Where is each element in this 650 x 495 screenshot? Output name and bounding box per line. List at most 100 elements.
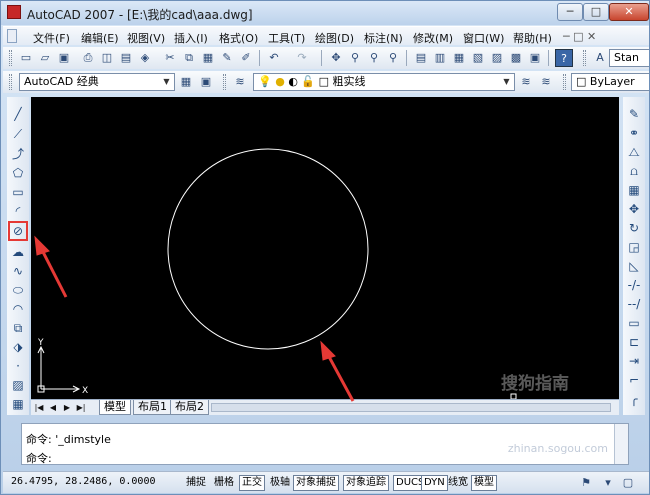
color-control[interactable]: □ ByLayer bbox=[571, 73, 649, 91]
3d-dwf-icon[interactable]: ◈ bbox=[136, 49, 154, 67]
break-icon[interactable]: ⊏ bbox=[625, 333, 643, 351]
revision-cloud-icon[interactable]: ☁ bbox=[9, 243, 27, 261]
tab-layout1[interactable]: 布局1 bbox=[133, 400, 172, 415]
cut-icon[interactable]: ✂ bbox=[161, 49, 179, 67]
save-icon[interactable]: ▣ bbox=[55, 49, 73, 67]
menu-modify[interactable]: 修改(M) bbox=[413, 30, 453, 46]
ellipse-arc-icon[interactable]: ◠ bbox=[9, 300, 27, 318]
new-icon[interactable]: ▭ bbox=[17, 49, 35, 67]
lineweight-toggle[interactable]: 线宽 bbox=[445, 475, 471, 491]
command-scrollbar[interactable] bbox=[614, 424, 628, 464]
trim-icon[interactable]: -/- bbox=[625, 276, 643, 294]
paste-icon[interactable]: ▦ bbox=[199, 49, 217, 67]
menu-tools[interactable]: 工具(T) bbox=[268, 30, 305, 46]
circle-icon[interactable]: ⊘ bbox=[8, 221, 28, 241]
dyn-toggle[interactable]: DYN bbox=[421, 475, 448, 491]
mirror-icon[interactable]: ⧍ bbox=[625, 143, 643, 161]
menu-draw[interactable]: 绘图(D) bbox=[315, 30, 354, 46]
toolbar-grip[interactable] bbox=[563, 74, 566, 90]
text-style-select[interactable]: Stan bbox=[609, 49, 649, 67]
drawn-circle[interactable] bbox=[167, 148, 369, 350]
menu-edit[interactable]: 编辑(E) bbox=[81, 30, 119, 46]
toolbar-grip[interactable] bbox=[223, 74, 226, 90]
open-icon[interactable]: ▱ bbox=[36, 49, 54, 67]
layer-select[interactable]: 💡 ● ◐ 🔓 □ 粗实线 ▼ bbox=[253, 73, 515, 91]
text-style-icon[interactable]: A bbox=[591, 49, 609, 67]
horizontal-scrollbar[interactable] bbox=[211, 403, 611, 412]
grid-toggle[interactable]: 栅格 bbox=[211, 475, 237, 491]
layer-manager-icon[interactable]: ≋ bbox=[231, 73, 249, 91]
scale-icon[interactable]: ◲ bbox=[625, 238, 643, 256]
block-editor-icon[interactable]: ✐ bbox=[237, 49, 255, 67]
fillet-icon[interactable]: ╭ bbox=[625, 390, 643, 408]
region-icon[interactable]: ▦ bbox=[9, 395, 27, 413]
menu-view[interactable]: 视图(V) bbox=[127, 30, 165, 46]
pan-icon[interactable]: ✥ bbox=[327, 49, 345, 67]
undo-icon[interactable]: ↶ bbox=[265, 49, 283, 67]
copy-icon[interactable]: ⚭ bbox=[625, 124, 643, 142]
offset-icon[interactable]: ⩍ bbox=[625, 162, 643, 180]
erase-icon[interactable]: ✎ bbox=[625, 105, 643, 123]
arc-icon[interactable]: ◜ bbox=[9, 202, 27, 220]
redo-icon[interactable]: ↷ bbox=[293, 49, 311, 67]
array-icon[interactable]: ▦ bbox=[625, 181, 643, 199]
workspace-settings-icon[interactable]: ▦ bbox=[177, 73, 195, 91]
communication-center-icon[interactable]: ⚑ bbox=[577, 474, 595, 492]
make-current-icon[interactable]: ≋ bbox=[517, 73, 535, 91]
menu-insert[interactable]: 插入(I) bbox=[174, 30, 208, 46]
zoom-window-icon[interactable]: ⚲ bbox=[365, 49, 383, 67]
copy-clip-icon[interactable]: ⧉ bbox=[180, 49, 198, 67]
document-icon[interactable] bbox=[7, 29, 17, 43]
chamfer-icon[interactable]: ⌐ bbox=[625, 371, 643, 389]
layer-previous-icon[interactable]: ≋ bbox=[537, 73, 555, 91]
toolbar-grip[interactable] bbox=[9, 50, 12, 66]
clean-screen-icon[interactable]: ▢ bbox=[619, 474, 637, 492]
zoom-previous-icon[interactable]: ⚲ bbox=[384, 49, 402, 67]
command-input[interactable]: 命令: bbox=[26, 450, 52, 466]
ortho-toggle[interactable]: 正交 bbox=[239, 475, 265, 491]
ellipse-icon[interactable]: ⬭ bbox=[9, 281, 27, 299]
join-icon[interactable]: ⇥ bbox=[625, 352, 643, 370]
match-properties-icon[interactable]: ✎ bbox=[218, 49, 236, 67]
rotate-icon[interactable]: ↻ bbox=[625, 219, 643, 237]
zoom-realtime-icon[interactable]: ⚲ bbox=[346, 49, 364, 67]
point-icon[interactable]: · bbox=[9, 357, 27, 375]
calculator-icon[interactable]: ▣ bbox=[526, 49, 544, 67]
drawing-canvas[interactable]: Y X 搜狗指南 bbox=[31, 97, 619, 400]
first-tab-icon[interactable]: |◀ bbox=[34, 402, 44, 414]
help-icon[interactable]: ? bbox=[555, 49, 573, 67]
model-toggle[interactable]: 模型 bbox=[471, 475, 497, 491]
menu-close-drawing-icon[interactable]: ─ □ ✕ bbox=[563, 30, 596, 43]
snap-toggle[interactable]: 捕捉 bbox=[183, 475, 209, 491]
toolbar-grip[interactable] bbox=[583, 50, 586, 66]
polyline-icon[interactable]: ⤴ bbox=[9, 145, 27, 163]
tab-model[interactable]: 模型 bbox=[99, 400, 131, 415]
maximize-button[interactable]: □ bbox=[583, 3, 609, 21]
menu-window[interactable]: 窗口(W) bbox=[463, 30, 504, 46]
minimize-button[interactable]: ─ bbox=[557, 3, 583, 21]
line-icon[interactable]: ╱ bbox=[9, 105, 27, 123]
polar-toggle[interactable]: 极轴 bbox=[267, 475, 293, 491]
move-icon[interactable]: ✥ bbox=[625, 200, 643, 218]
publish-icon[interactable]: ▤ bbox=[117, 49, 135, 67]
save-workspace-icon[interactable]: ▣ bbox=[197, 73, 215, 91]
close-button[interactable]: ✕ bbox=[609, 3, 649, 21]
last-tab-icon[interactable]: ▶| bbox=[76, 402, 86, 414]
insert-block-icon[interactable]: ⧉ bbox=[9, 319, 27, 337]
next-tab-icon[interactable]: ▶ bbox=[62, 402, 72, 414]
hatch-icon[interactable]: ▨ bbox=[9, 376, 27, 394]
osnap-toggle[interactable]: 对象捕捉 bbox=[293, 475, 339, 491]
sheet-set-icon[interactable]: ▧ bbox=[469, 49, 487, 67]
extend-icon[interactable]: --/ bbox=[625, 295, 643, 313]
tool-palettes-icon[interactable]: ▦ bbox=[450, 49, 468, 67]
menu-format[interactable]: 格式(O) bbox=[219, 30, 258, 46]
properties-icon[interactable]: ▤ bbox=[412, 49, 430, 67]
break-point-icon[interactable]: ▭ bbox=[625, 314, 643, 332]
menu-dimension[interactable]: 标注(N) bbox=[364, 30, 403, 46]
workspace-select[interactable]: AutoCAD 经典 ▼ bbox=[19, 73, 175, 91]
status-menu-icon[interactable]: ▾ bbox=[599, 474, 617, 492]
menu-help[interactable]: 帮助(H) bbox=[513, 30, 552, 46]
design-center-icon[interactable]: ▥ bbox=[431, 49, 449, 67]
polygon-icon[interactable]: ⬠ bbox=[9, 164, 27, 182]
construction-line-icon[interactable]: ⟋ bbox=[9, 125, 27, 143]
